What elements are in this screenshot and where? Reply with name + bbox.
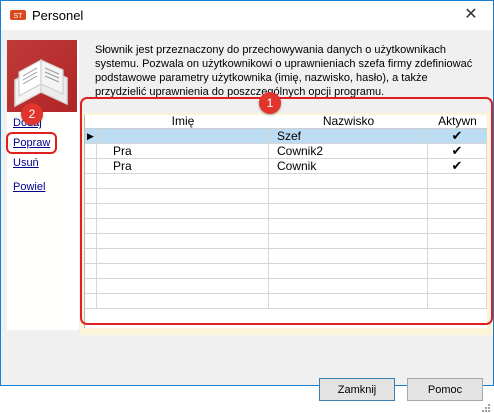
title-bar: ST Personel ✕ xyxy=(1,1,493,30)
help-button[interactable]: Pomoc xyxy=(407,378,483,401)
duplicate-link[interactable]: Powiel xyxy=(13,181,45,193)
grid-highlight-annotation xyxy=(80,97,493,325)
app-logo-icon: ST xyxy=(10,10,26,20)
personel-window: ST Personel ✕ Popraw Usuń Powiel Słownik… xyxy=(0,0,494,412)
svg-text:ST: ST xyxy=(14,13,24,20)
annotation-badge-1: 1 xyxy=(259,92,281,114)
edit-highlight-annotation xyxy=(6,132,57,154)
window-title: Personel xyxy=(32,8,84,23)
resize-grip-icon[interactable] xyxy=(481,403,491,413)
close-window-button[interactable]: ✕ xyxy=(456,4,486,26)
books-icon xyxy=(7,40,77,112)
delete-link[interactable]: Usuń xyxy=(13,157,39,169)
description-text: Słownik jest przeznaczony do przechowywa… xyxy=(95,44,473,98)
annotation-badge-2: 2 xyxy=(21,103,43,125)
close-button[interactable]: Zamknij xyxy=(319,378,395,401)
